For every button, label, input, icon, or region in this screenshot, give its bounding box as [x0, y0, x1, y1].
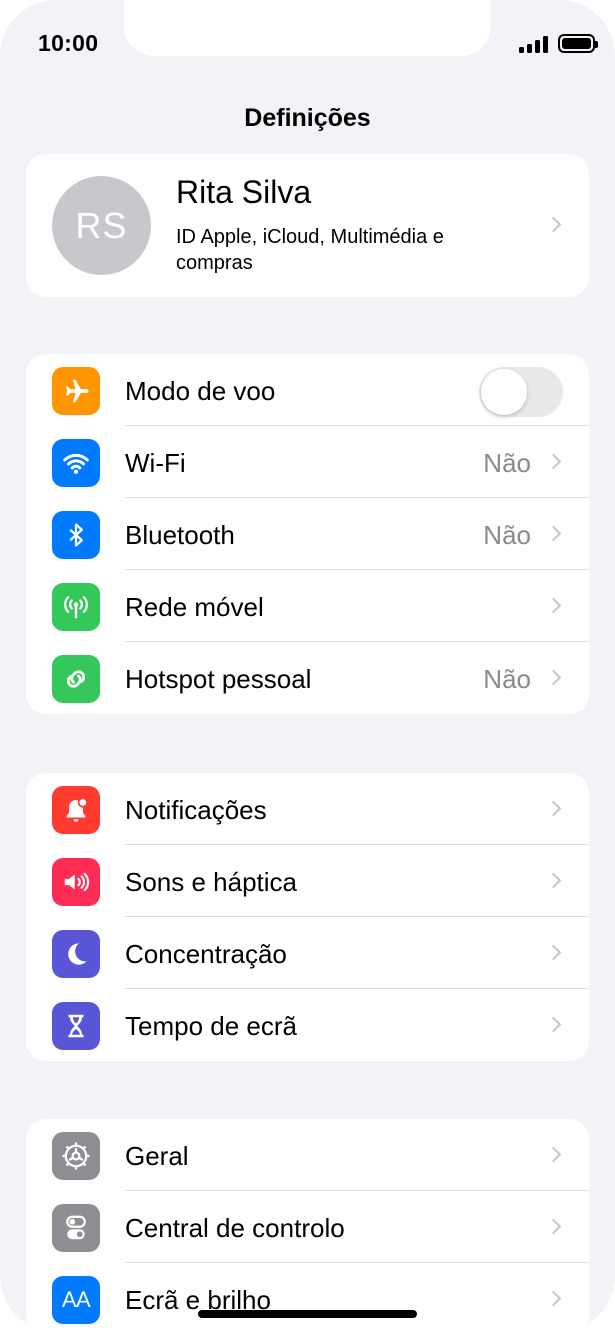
settings-row-display[interactable]: AA Ecrã e brilho — [26, 1263, 589, 1332]
settings-row-label: Bluetooth — [125, 520, 235, 550]
settings-row-airplane-mode: Modo de voo — [26, 354, 589, 426]
settings-row-label: Modo de voo — [125, 376, 276, 406]
cellular-signal-icon — [519, 35, 548, 53]
gear-icon — [52, 1132, 100, 1180]
chevron-right-icon — [545, 872, 562, 889]
settings-row-hotspot[interactable]: Hotspot pessoal Não — [26, 642, 589, 714]
settings-row-value: Não — [483, 448, 531, 478]
settings-row-value: Não — [483, 664, 531, 694]
general-group: Geral Central de controlo AA Ecrã e bril… — [26, 1119, 589, 1332]
settings-row-label: Geral — [125, 1141, 189, 1171]
apple-id-profile-row[interactable]: RS Rita Silva ID Apple, iCloud, Multiméd… — [26, 154, 589, 297]
avatar-initials: RS — [75, 204, 128, 246]
hourglass-icon — [52, 1002, 100, 1050]
chevron-right-icon — [545, 1016, 562, 1033]
settings-row-screen-time[interactable]: Tempo de ecrã — [26, 989, 589, 1061]
chevron-right-icon — [545, 800, 562, 817]
bluetooth-icon — [52, 511, 100, 559]
hotspot-link-icon — [52, 655, 100, 703]
chevron-right-icon — [545, 1218, 562, 1235]
settings-row-label: Wi-Fi — [125, 448, 186, 478]
chevron-right-icon — [545, 525, 562, 542]
text-size-icon: AA — [52, 1276, 100, 1324]
chevron-right-icon — [545, 1290, 562, 1307]
airplane-icon — [52, 367, 100, 415]
antenna-icon — [52, 583, 100, 631]
chevron-right-icon — [545, 453, 562, 470]
settings-row-label: Sons e háptica — [125, 867, 298, 897]
settings-row-label: Concentração — [125, 939, 287, 969]
chevron-right-icon — [545, 597, 562, 614]
settings-row-control-center[interactable]: Central de controlo — [26, 1191, 589, 1263]
connectivity-group: Modo de voo Wi-Fi Não Bluetooth Não Rede… — [26, 354, 589, 714]
settings-row-value: Não — [483, 520, 531, 550]
settings-screen: 10:00 Definições RS Rita Silva ID Apple,… — [0, 0, 615, 1332]
battery-icon — [558, 34, 598, 53]
switches-icon — [52, 1204, 100, 1252]
settings-row-label: Central de controlo — [125, 1213, 345, 1243]
settings-row-wifi[interactable]: Wi-Fi Não — [26, 426, 589, 498]
chevron-right-icon — [545, 944, 562, 961]
wifi-icon — [52, 439, 100, 487]
profile-subtitle: ID Apple, iCloud, Multimédia e compras — [176, 226, 444, 274]
settings-row-sounds[interactable]: Sons e háptica — [26, 845, 589, 917]
settings-row-label: Tempo de ecrã — [125, 1011, 297, 1041]
chevron-right-icon — [545, 1146, 562, 1163]
profile-name: Rita Silva — [176, 174, 312, 210]
settings-row-mobile-network[interactable]: Rede móvel — [26, 570, 589, 642]
attention-group: Notificações Sons e háptica Concentração — [26, 773, 589, 1061]
settings-row-notifications[interactable]: Notificações — [26, 773, 589, 845]
chevron-right-icon — [545, 216, 562, 233]
moon-icon — [52, 930, 100, 978]
notification-bell-icon — [52, 786, 100, 834]
settings-row-label: Hotspot pessoal — [125, 664, 312, 694]
settings-row-bluetooth[interactable]: Bluetooth Não — [26, 498, 589, 570]
settings-row-label: Notificações — [125, 795, 267, 825]
speaker-icon — [52, 858, 100, 906]
airplane-mode-toggle[interactable] — [479, 367, 563, 417]
chevron-right-icon — [545, 669, 562, 686]
home-indicator[interactable] — [198, 1310, 417, 1318]
settings-row-focus[interactable]: Concentração — [26, 917, 589, 989]
status-time: 10:00 — [38, 30, 99, 56]
settings-row-general[interactable]: Geral — [26, 1119, 589, 1191]
notch — [124, 0, 491, 56]
settings-row-label: Rede móvel — [125, 592, 264, 622]
avatar: RS — [52, 176, 151, 275]
text-size-glyph: AA — [61, 1287, 91, 1312]
page-title: Definições — [244, 104, 371, 132]
status-icons — [519, 34, 598, 53]
